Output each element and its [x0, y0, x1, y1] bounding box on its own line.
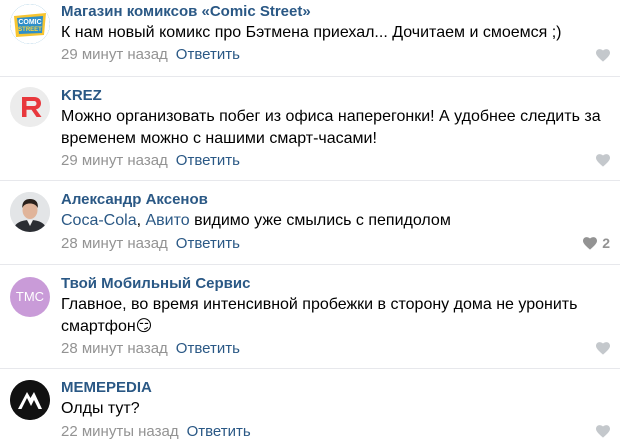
comment-meta: 28 минут назад Ответить: [61, 340, 240, 357]
comment-author[interactable]: Твой Мобильный Сервис: [61, 275, 250, 292]
like-button[interactable]: [596, 153, 610, 167]
comic-street-logo-icon: COMIC STREET: [10, 4, 50, 44]
comment-time[interactable]: 29 минут назад: [61, 152, 168, 169]
heart-icon: [596, 48, 610, 62]
smirk-emoji-icon: 😏: [135, 318, 153, 335]
user-photo-icon: [10, 192, 50, 232]
comment-item: KREZ Можно организовать побег из офиса н…: [0, 76, 620, 178]
comment-time[interactable]: 28 минут назад: [61, 340, 168, 357]
avatar-tmc[interactable]: TMC: [10, 277, 50, 317]
comment-author[interactable]: KREZ: [61, 87, 102, 104]
like-button[interactable]: [596, 48, 610, 62]
memepedia-logo-icon: [10, 380, 50, 420]
heart-icon: [596, 424, 610, 438]
svg-text:COMIC: COMIC: [18, 19, 41, 26]
comment-item: MEMEPEDIA Олды тут? 22 минуты назад Ответ…: [0, 368, 620, 443]
comment-item: COMIC STREET Магазин комиксов «Comic Str…: [0, 0, 620, 72]
krez-logo-icon: [10, 87, 50, 127]
comment-text: К нам новый комикс про Бэтмена приехал..…: [61, 24, 562, 41]
heart-icon: [596, 341, 610, 355]
comment-author[interactable]: Александр Аксенов: [61, 191, 208, 208]
reply-button[interactable]: Ответить: [176, 235, 240, 252]
comment-time[interactable]: 29 минут назад: [61, 46, 168, 63]
comment-meta: 28 минут назад Ответить: [61, 235, 240, 252]
like-button[interactable]: [596, 341, 610, 355]
reply-button[interactable]: Ответить: [176, 46, 240, 63]
comment-time[interactable]: 22 минуты назад: [61, 423, 179, 440]
comment-item: Александр Аксенов Coca-Cola, Авито видим…: [0, 180, 620, 262]
comment-text: Олды тут?: [61, 400, 140, 417]
reply-button[interactable]: Ответить: [176, 340, 240, 357]
comment-meta: 29 минут назад Ответить: [61, 152, 240, 169]
avatar-memepedia[interactable]: [10, 380, 50, 420]
avatar-aksenov[interactable]: [10, 192, 50, 232]
mention-link[interactable]: Авито: [145, 212, 189, 229]
like-button[interactable]: [596, 424, 610, 438]
heart-icon: [583, 236, 598, 250]
comment-item: TMC Твой Мобильный Сервис Главное, во вр…: [0, 264, 620, 366]
comment-text-rest: видимо уже смылись с пепидолом: [189, 212, 451, 229]
like-count: 2: [602, 235, 610, 251]
heart-icon: [596, 153, 610, 167]
comments-feed: COMIC STREET Магазин комиксов «Comic Str…: [0, 0, 620, 443]
avatar-krez[interactable]: [10, 87, 50, 127]
comment-text: Можно организовать побег из офиса напере…: [61, 108, 601, 147]
comment-author[interactable]: MEMEPEDIA: [61, 379, 152, 396]
comment-text: Главное, во время интенсивной пробежки в…: [61, 294, 581, 338]
reply-button[interactable]: Ответить: [187, 423, 251, 440]
comment-time[interactable]: 28 минут назад: [61, 235, 168, 252]
svg-text:STREET: STREET: [18, 27, 42, 33]
comment-meta: 29 минут назад Ответить: [61, 46, 240, 63]
like-button[interactable]: 2: [583, 235, 610, 251]
comment-text: Coca-Cola, Авито видимо уже смылись с пе…: [61, 210, 601, 232]
comment-meta: 22 минуты назад Ответить: [61, 423, 251, 440]
avatar-comic-street[interactable]: COMIC STREET: [10, 4, 50, 44]
comment-author[interactable]: Магазин комиксов «Comic Street»: [61, 3, 311, 20]
reply-button[interactable]: Ответить: [176, 152, 240, 169]
avatar-initials: TMC: [15, 289, 45, 304]
mention-link[interactable]: Coca-Cola: [61, 212, 137, 229]
